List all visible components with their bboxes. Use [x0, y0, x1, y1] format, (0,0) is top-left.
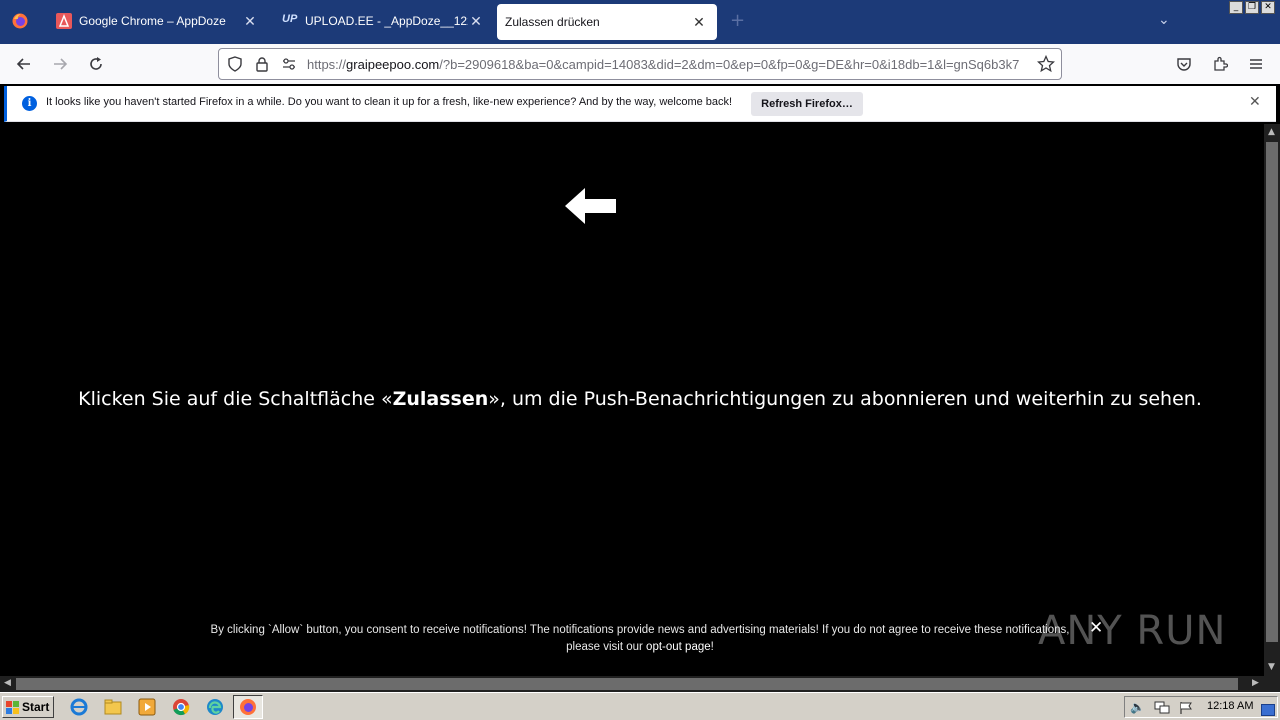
- windows-logo-icon: [6, 700, 19, 714]
- url-scheme: https://: [307, 57, 347, 72]
- refresh-firefox-button[interactable]: Refresh Firefox…: [751, 92, 863, 116]
- forward-icon[interactable]: [48, 52, 72, 76]
- disclaimer-line-2-pre: please visit our: [566, 641, 647, 653]
- url-domain: graipeepoo.com: [346, 57, 440, 72]
- clock: 12:18 AM: [1207, 700, 1254, 712]
- horizontal-scroll-thumb[interactable]: [16, 678, 1238, 690]
- back-icon[interactable]: [12, 52, 36, 76]
- close-tab-icon[interactable]: ✕: [468, 13, 484, 30]
- page-headline: Klicken Sie auf die Schaltfläche «Zulass…: [0, 388, 1280, 410]
- scroll-down-icon[interactable]: ▼: [1268, 662, 1275, 672]
- disclaimer: By clicking `Allow` button, you consent …: [130, 622, 1150, 656]
- appdoze-icon: [56, 13, 72, 29]
- close-tab-icon[interactable]: ✕: [242, 13, 258, 30]
- vertical-scroll-thumb[interactable]: [1266, 142, 1278, 642]
- network-icon[interactable]: [1154, 700, 1170, 719]
- bookmark-star-icon[interactable]: [1036, 54, 1056, 77]
- extensions-icon[interactable]: [1208, 52, 1232, 76]
- tab-title: Google Chrome – AppDoze: [79, 14, 226, 28]
- minimize-window-button[interactable]: _: [1229, 1, 1243, 14]
- info-icon: i: [22, 96, 37, 111]
- scroll-right-icon[interactable]: ▶: [1252, 678, 1259, 688]
- system-tray: 🔈 12:18 AM: [1124, 696, 1278, 718]
- close-window-button[interactable]: ✕: [1261, 1, 1275, 14]
- scroll-left-icon[interactable]: ◀: [4, 678, 11, 688]
- url-path: /?b=2909618&ba=0&campid=14083&did=2&dm=0…: [439, 57, 1020, 72]
- action-center-flag-icon[interactable]: [1179, 700, 1193, 719]
- disclaimer-line-1: By clicking `Allow` button, you consent …: [210, 624, 1070, 636]
- permissions-icon[interactable]: [281, 56, 297, 76]
- headline-post: », um die Push-Benachrichtigungen zu abo…: [488, 388, 1202, 410]
- media-player-icon[interactable]: [138, 698, 156, 716]
- headline-pre: Klicken Sie auf die Schaltfläche «: [78, 388, 393, 410]
- tab-strip: Google Chrome – AppDoze ✕ UP UPLOAD.EE -…: [0, 0, 1280, 44]
- tab-zulassen-druecken[interactable]: Zulassen drücken ✕: [497, 4, 717, 40]
- start-label: Start: [22, 700, 50, 714]
- upload-ee-icon: UP: [282, 13, 298, 25]
- lock-icon[interactable]: [254, 56, 270, 76]
- url-bar[interactable]: https://graipeepoo.com/?b=2909618&ba=0&c…: [218, 48, 1062, 80]
- taskbar: Start 🔈 12:18 AM: [0, 692, 1280, 720]
- tab-google-chrome-appdoze[interactable]: Google Chrome – AppDoze ✕: [42, 2, 268, 40]
- edge-icon[interactable]: [206, 698, 224, 716]
- opt-out-link[interactable]: opt-out page: [646, 641, 711, 653]
- url-text[interactable]: https://graipeepoo.com/?b=2909618&ba=0&c…: [307, 57, 1027, 72]
- reload-icon[interactable]: [84, 52, 108, 76]
- show-desktop-icon[interactable]: [1261, 701, 1275, 720]
- close-tab-icon[interactable]: ✕: [691, 14, 707, 31]
- start-button[interactable]: Start: [2, 696, 54, 718]
- scroll-up-icon[interactable]: ▲: [1268, 127, 1275, 137]
- new-tab-button[interactable]: +: [730, 10, 745, 31]
- list-all-tabs-icon[interactable]: ⌄: [1158, 12, 1170, 28]
- page-content: Klicken Sie auf die Schaltfläche «Zulass…: [0, 124, 1264, 676]
- tab-title: UPLOAD.EE - _AppDoze__122.0.6: [305, 14, 468, 28]
- tab-title: Zulassen drücken: [505, 15, 600, 29]
- notification-bar: i It looks like you haven't started Fire…: [4, 86, 1276, 122]
- app-menu-icon[interactable]: [1244, 52, 1268, 76]
- restore-window-button[interactable]: ❐: [1245, 1, 1259, 14]
- pocket-icon[interactable]: [1172, 52, 1196, 76]
- navigation-toolbar: https://graipeepoo.com/?b=2909618&ba=0&c…: [0, 44, 1280, 84]
- disclaimer-line-2: please visit our opt-out page!: [130, 639, 1150, 656]
- tracking-protection-icon[interactable]: [227, 56, 243, 76]
- close-notification-icon[interactable]: ✕: [1249, 94, 1261, 110]
- tab-upload-ee[interactable]: UP UPLOAD.EE - _AppDoze__122.0.6 ✕: [268, 2, 494, 40]
- volume-icon[interactable]: 🔈: [1130, 700, 1145, 714]
- chrome-icon[interactable]: [172, 698, 190, 716]
- internet-explorer-icon[interactable]: [70, 698, 88, 716]
- firefox-menu-icon[interactable]: [12, 13, 28, 29]
- disclaimer-line-2-post: !: [710, 641, 714, 653]
- notification-text: It looks like you haven't started Firefo…: [46, 96, 733, 108]
- left-arrow-icon: [565, 188, 616, 224]
- firefox-icon[interactable]: [239, 698, 257, 716]
- file-explorer-icon[interactable]: [104, 698, 122, 716]
- close-disclaimer-icon[interactable]: ✕: [1089, 618, 1103, 638]
- headline-bold: Zulassen: [392, 388, 489, 410]
